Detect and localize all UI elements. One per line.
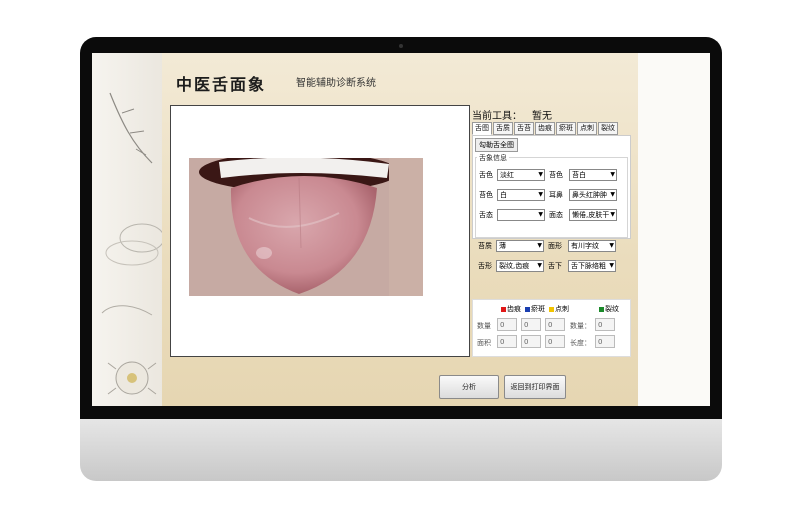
coating-color-select[interactable]: 苔白 ▼ xyxy=(569,169,617,181)
tongue-shape-select[interactable]: 裂纹,齿痕 ▼ xyxy=(496,260,544,272)
statistics-panel: 齿痕 瘀斑 点刺 裂纹 数量 0 0 0 数量： 0 面积 0 0 0 长度： … xyxy=(472,299,631,357)
outline-whole-tongue-button[interactable]: 勾勒舌全图 xyxy=(475,138,518,152)
field-row: 苔质 薄 ▼ 面形 有川字纹 ▼ xyxy=(476,240,622,252)
field-label: 苔质 xyxy=(478,242,492,250)
tab-cracks[interactable]: 裂纹 xyxy=(598,122,618,135)
field-label: 舌色 xyxy=(479,171,493,179)
tab-content: 勾勒舌全图 舌象信息 舌色 淡红 ▼ 苔色 苔白 ▼ 苔色 白 ▼ 耳鼻 鼻头红肿肿 ▼… xyxy=(472,135,631,239)
sublingual-select[interactable]: 舌下脉络粗 ▼ xyxy=(568,260,616,272)
prickles-area: 0 xyxy=(545,335,565,348)
tongue-image xyxy=(189,158,423,296)
count-label: 数量 xyxy=(477,322,491,330)
prickles-count: 0 xyxy=(545,318,565,331)
ink-painting-decoration xyxy=(92,53,165,406)
cracks-count: 0 xyxy=(595,318,615,331)
teeth-marks-count: 0 xyxy=(497,318,517,331)
ink-flower-icon xyxy=(101,92,165,395)
crack-count-label: 数量： xyxy=(570,322,591,330)
group-title: 舌象信息 xyxy=(477,153,509,163)
legend-ecchymosis: 瘀斑 xyxy=(525,304,545,314)
area-label: 面积 xyxy=(477,339,491,347)
field-label: 舌形 xyxy=(478,262,492,270)
tab-prickles[interactable]: 点刺 xyxy=(577,122,597,135)
analyze-button[interactable]: 分析 xyxy=(439,375,499,399)
desktop-background xyxy=(638,53,710,406)
ecchymosis-count: 0 xyxy=(521,318,541,331)
back-to-print-button[interactable]: 返回到打印界面 xyxy=(504,375,566,399)
tab-ecchymosis[interactable]: 瘀斑 xyxy=(556,122,576,135)
tab-tongue-image[interactable]: 舌图 xyxy=(472,122,492,135)
screen: 中医舌面象 智能辅助诊断系统 当前工具： 暂无 舌图 舌质 舌苔 齿痕 瘀斑 点… xyxy=(92,53,710,406)
app-subtitle: 智能辅助诊断系统 xyxy=(296,78,376,89)
coating-color-select-2[interactable]: 白 ▼ xyxy=(497,189,545,201)
camera-icon xyxy=(399,44,403,48)
face-state-select[interactable]: 懒倦,皮肤干 ▼ xyxy=(569,209,617,221)
ear-nose-select[interactable]: 鼻头红肿肿 ▼ xyxy=(569,189,617,201)
field-label: 苔色 xyxy=(479,191,493,199)
legend-cracks: 裂纹 xyxy=(599,304,619,314)
tab-coating[interactable]: 舌苔 xyxy=(514,122,534,135)
tongue-color-select[interactable]: 淡红 ▼ xyxy=(497,169,545,181)
field-label: 面态 xyxy=(549,211,563,219)
field-row: 舌态 ▼ 面态 懒倦,皮肤干 ▼ xyxy=(477,209,623,221)
field-row: 舌色 淡红 ▼ 苔色 苔白 ▼ xyxy=(477,169,623,181)
monitor-chin xyxy=(80,419,722,481)
field-label: 面形 xyxy=(548,242,562,250)
tab-teeth-marks[interactable]: 齿痕 xyxy=(535,122,555,135)
field-label: 耳鼻 xyxy=(549,191,563,199)
field-label: 舌态 xyxy=(479,211,493,219)
ecchymosis-area: 0 xyxy=(521,335,541,348)
teeth-marks-area: 0 xyxy=(497,335,517,348)
info-panel: 当前工具： 暂无 舌图 舌质 舌苔 齿痕 瘀斑 点刺 裂纹 勾勒舌全图 舌象信息 … xyxy=(470,105,634,357)
current-tool: 当前工具： 暂无 xyxy=(472,107,552,122)
app-window: 中医舌面象 智能辅助诊断系统 当前工具： 暂无 舌图 舌质 舌苔 齿痕 瘀斑 点… xyxy=(162,53,638,406)
length-label: 长度： xyxy=(570,339,591,347)
cracks-length: 0 xyxy=(595,335,615,348)
tab-tongue-quality[interactable]: 舌质 xyxy=(493,122,513,135)
legend-prickles: 点刺 xyxy=(549,304,569,314)
tab-bar: 舌图 舌质 舌苔 齿痕 瘀斑 点刺 裂纹 xyxy=(472,122,619,135)
face-shape-select[interactable]: 有川字纹 ▼ xyxy=(568,240,616,252)
field-row: 舌形 裂纹,齿痕 ▼ 舌下 舌下脉络粗 ▼ xyxy=(476,260,622,272)
field-label: 苔色 xyxy=(549,171,563,179)
tongue-photo[interactable] xyxy=(189,158,423,296)
coating-quality-select[interactable]: 薄 ▼ xyxy=(496,240,544,252)
field-row: 苔色 白 ▼ 耳鼻 鼻头红肿肿 ▼ xyxy=(477,189,623,201)
current-tool-value: 暂无 xyxy=(532,111,552,122)
tongue-state-select[interactable]: ▼ xyxy=(497,209,545,221)
image-canvas[interactable] xyxy=(170,105,470,357)
app-title: 中医舌面象 xyxy=(176,75,267,94)
current-tool-label: 当前工具： xyxy=(472,111,522,122)
legend-teeth-marks: 齿痕 xyxy=(501,304,521,314)
field-label: 舌下 xyxy=(548,262,562,270)
